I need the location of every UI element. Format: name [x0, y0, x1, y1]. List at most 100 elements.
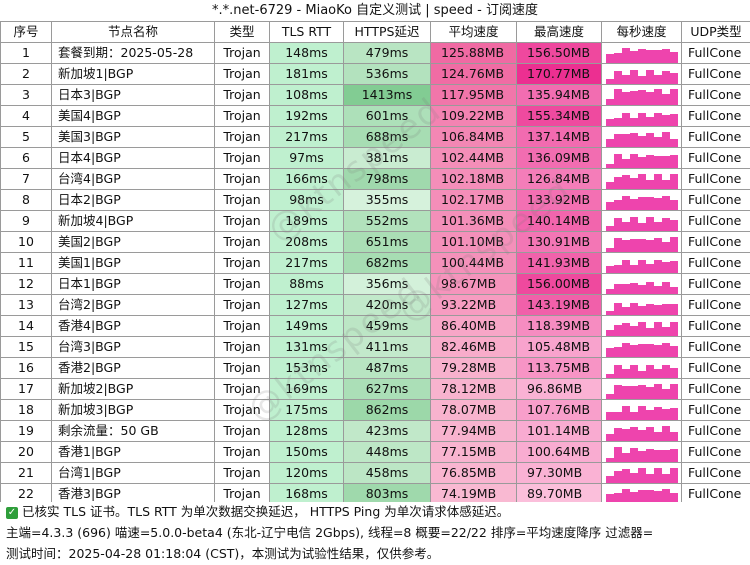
tls-rtt: 148ms — [269, 42, 344, 64]
speed-bar — [670, 322, 678, 336]
speed-sparkline — [603, 464, 681, 483]
speed-bar — [646, 197, 654, 210]
header-max: 最高速度 — [516, 21, 602, 43]
node-type: Trojan — [214, 84, 270, 106]
speed-bar — [654, 50, 662, 63]
speed-bar — [630, 133, 638, 147]
speed-bar — [670, 448, 678, 462]
table-row: 20 香港1|BGP Trojan 150ms 448ms 77.15MB 100.64MB… — [0, 441, 750, 463]
speed-bar — [638, 285, 646, 294]
tls-rtt: 98ms — [269, 189, 344, 211]
speed-sparkline — [603, 65, 681, 84]
speed-bar — [614, 238, 622, 252]
node-type: Trojan — [214, 105, 270, 127]
speed-bar — [622, 74, 630, 84]
speed-bar — [662, 217, 670, 231]
speed-bar — [670, 346, 678, 357]
speed-bar — [614, 176, 622, 189]
speed-bar — [622, 48, 630, 63]
speed-bar — [630, 154, 638, 168]
speed-bar — [622, 342, 630, 357]
speed-bar — [654, 198, 662, 210]
speed-bar — [638, 112, 646, 126]
speed-bar — [638, 76, 646, 84]
speed-bar — [606, 226, 614, 231]
node-name: 新加坡2|BGP — [51, 378, 215, 400]
avg-speed: 77.94MB — [430, 420, 517, 442]
https-latency: 1413ms — [343, 84, 431, 106]
speed-bar — [630, 411, 638, 420]
speed-bar — [630, 217, 638, 231]
udp-type: FullCone — [681, 63, 750, 85]
max-speed: 113.75MB — [516, 357, 602, 379]
speed-bar — [622, 221, 630, 231]
speed-bar — [638, 135, 646, 147]
speed-bar — [654, 156, 662, 168]
node-type: Trojan — [214, 420, 270, 442]
speed-bar — [606, 288, 614, 294]
https-latency: 420ms — [343, 294, 431, 316]
speed-sparkline — [603, 317, 681, 336]
node-name: 套餐到期：2025-05-28 — [51, 42, 215, 64]
avg-speed: 79.28MB — [430, 357, 517, 379]
speed-bar — [654, 384, 662, 399]
udp-type: FullCone — [681, 399, 750, 421]
speed-bar — [638, 238, 646, 252]
tls-rtt: 192ms — [269, 105, 344, 127]
speed-sparkline — [603, 44, 681, 63]
speed-bar — [670, 220, 678, 231]
footer-line-1: ✓ 已核实 TLS 证书。TLS RTT 为单次数据交换延迟， HTTPS Pin… — [0, 502, 750, 522]
speed-bar — [654, 344, 662, 357]
udp-type: FullCone — [681, 147, 750, 169]
speed-bar — [646, 387, 654, 399]
speed-bar — [646, 303, 654, 315]
row-no: 9 — [0, 210, 52, 232]
speed-bar — [654, 221, 662, 231]
speed-bar — [622, 369, 630, 378]
speed-bar — [606, 265, 614, 273]
per-second-speed — [601, 210, 682, 232]
udp-type: FullCone — [681, 273, 750, 295]
tls-rtt: 150ms — [269, 441, 344, 463]
udp-type: FullCone — [681, 294, 750, 316]
speed-bar — [630, 302, 638, 315]
tls-rtt: 128ms — [269, 420, 344, 442]
avg-speed: 101.10MB — [430, 231, 517, 253]
speed-bar — [662, 388, 670, 399]
speed-bar — [654, 74, 662, 84]
speed-bar — [670, 138, 678, 147]
udp-type: FullCone — [681, 210, 750, 232]
table-row: 21 台湾1|BGP Trojan 120ms 458ms 76.85MB 97.30MB F… — [0, 462, 750, 484]
https-latency: 459ms — [343, 315, 431, 337]
udp-type: FullCone — [681, 231, 750, 253]
avg-speed: 86.40MB — [430, 315, 517, 337]
speed-bar — [606, 79, 614, 84]
speed-bar — [638, 223, 646, 231]
avg-speed: 82.46MB — [430, 336, 517, 358]
row-no: 13 — [0, 294, 52, 316]
speed-bar — [670, 88, 678, 105]
speed-bar — [670, 407, 678, 420]
speed-sparkline — [603, 380, 681, 399]
per-second-speed — [601, 273, 682, 295]
results-table: 序号 节点名称 类型 TLS RTT HTTPS延迟 平均速度 最高速度 每秒速… — [0, 21, 750, 505]
speed-bar — [614, 264, 622, 273]
node-name: 美国4|BGP — [51, 105, 215, 127]
speed-bar — [638, 173, 646, 189]
per-second-speed — [601, 378, 682, 400]
speed-bar — [638, 322, 646, 336]
table-row: 1 套餐到期：2025-05-28 Trojan 148ms 479ms 125.88MB… — [0, 42, 750, 64]
speed-bar — [622, 386, 630, 399]
row-no: 5 — [0, 126, 52, 148]
speed-bar — [614, 134, 622, 147]
speed-bar — [662, 473, 670, 483]
node-type: Trojan — [214, 63, 270, 85]
node-type: Trojan — [214, 462, 270, 484]
speed-bar — [662, 93, 670, 105]
avg-speed: 78.12MB — [430, 378, 517, 400]
node-type: Trojan — [214, 336, 270, 358]
speed-bar — [638, 468, 646, 483]
speed-bar — [662, 132, 670, 147]
speed-bar — [662, 242, 670, 252]
avg-speed: 78.07MB — [430, 399, 517, 421]
